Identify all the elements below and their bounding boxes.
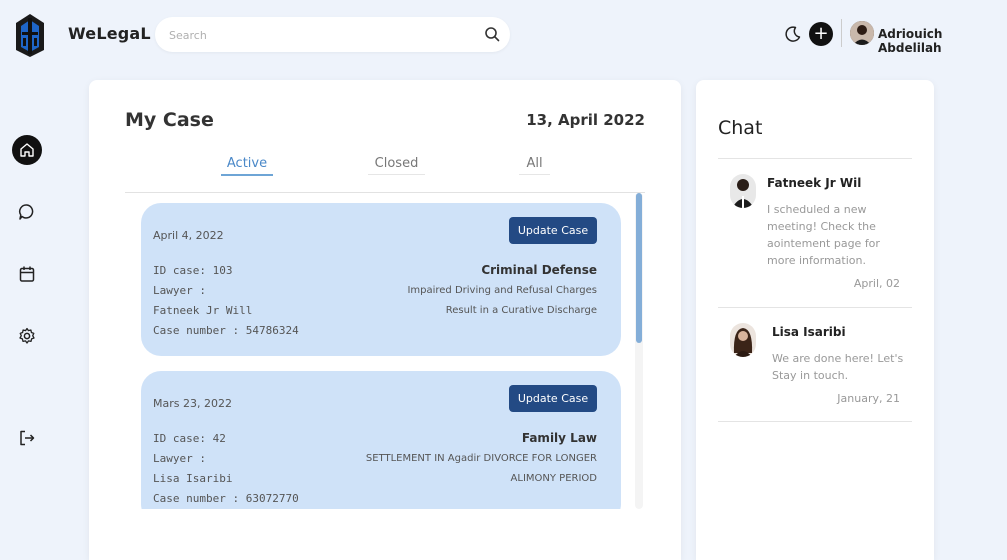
app-logo: [14, 12, 46, 58]
plus-icon: +: [813, 23, 829, 44]
lawyer-name: Lisa Isaribi: [153, 472, 233, 485]
update-case-button[interactable]: Update Case: [509, 217, 597, 244]
brand-name: WeLegaL: [68, 24, 151, 43]
calendar-icon: [19, 266, 35, 282]
chat-timestamp: January, 21: [837, 392, 900, 405]
chat-divider: [718, 158, 912, 159]
case-description: Result in a Curative Discharge: [445, 305, 597, 316]
tab-closed[interactable]: Closed: [368, 156, 425, 175]
case-description: SETTLEMENT IN Agadir DIVORCE FOR LONGER: [365, 453, 597, 464]
case-type: Family Law: [521, 431, 597, 445]
tab-active[interactable]: Active: [221, 156, 273, 176]
case-type: Criminal Defense: [481, 263, 597, 277]
chat-timestamp: April, 02: [853, 277, 900, 290]
chat-sender: Lisa Isaribi: [772, 325, 846, 339]
lawyer-label: Lawyer :: [153, 284, 206, 297]
chat-title: Chat: [718, 117, 763, 139]
lawyer-name: Fatneek Jr Will: [153, 304, 253, 317]
scrollbar-thumb[interactable]: [636, 193, 642, 343]
chat-message-line: aointement page for: [767, 237, 880, 250]
chat-message-line: more information.: [767, 254, 866, 267]
case-description: Impaired Driving and Refusal Charges: [407, 285, 597, 296]
case-list-scrollbar[interactable]: [635, 193, 643, 509]
sidebar-item-calendar[interactable]: [12, 259, 42, 289]
case-id: ID case: 103: [153, 264, 233, 277]
case-card: April 4, 2022 Update Case ID case: 103 L…: [141, 203, 621, 356]
add-button[interactable]: +: [809, 22, 833, 46]
chat-message-line: We are done here! Let's: [772, 352, 904, 365]
user-avatar[interactable]: [850, 21, 874, 45]
sidebar-item-logout[interactable]: [12, 423, 42, 453]
case-id: ID case: 42: [153, 432, 226, 445]
header-divider: [841, 19, 842, 47]
case-description: ALIMONY PERIOD: [510, 473, 597, 484]
sidebar-item-chat[interactable]: [12, 197, 42, 227]
chat-icon: [19, 204, 34, 220]
logout-icon: [20, 430, 35, 446]
tabs-divider: [125, 192, 645, 193]
chat-message-line: I scheduled a new: [767, 203, 867, 216]
chat-divider: [718, 421, 912, 422]
dark-mode-icon[interactable]: [784, 25, 802, 43]
home-icon: [20, 143, 34, 157]
search-bar[interactable]: [155, 17, 510, 52]
gear-icon: [19, 327, 35, 344]
tab-all[interactable]: All: [519, 156, 550, 175]
case-list[interactable]: April 4, 2022 Update Case ID case: 103 L…: [141, 203, 621, 509]
my-case-panel: My Case 13, April 2022 Active Closed All…: [89, 80, 681, 560]
case-number: Case number : 54786324: [153, 324, 299, 337]
avatar: [730, 174, 756, 208]
update-case-button[interactable]: Update Case: [509, 385, 597, 412]
sidebar-item-home[interactable]: [12, 135, 42, 165]
chat-message-line: Stay in touch.: [772, 369, 849, 382]
case-date: Mars 23, 2022: [153, 397, 232, 410]
user-name[interactable]: Adriouich Abdelilah: [878, 27, 1007, 55]
page-title: My Case: [125, 109, 214, 131]
case-card: Mars 23, 2022 Update Case ID case: 42 La…: [141, 371, 621, 509]
case-number: Case number : 63072770: [153, 492, 299, 505]
current-date: 13, April 2022: [526, 111, 645, 129]
chat-panel: Chat Fatneek Jr Wil I scheduled a new me…: [696, 80, 934, 560]
chat-sender: Fatneek Jr Wil: [767, 176, 862, 190]
sidebar-item-settings[interactable]: [12, 321, 42, 351]
search-input[interactable]: [169, 25, 469, 45]
chat-divider: [718, 307, 912, 308]
avatar: [730, 323, 756, 357]
chat-message-line: meeting! Check the: [767, 220, 876, 233]
search-icon[interactable]: [484, 26, 500, 42]
case-date: April 4, 2022: [153, 229, 224, 242]
lawyer-label: Lawyer :: [153, 452, 206, 465]
